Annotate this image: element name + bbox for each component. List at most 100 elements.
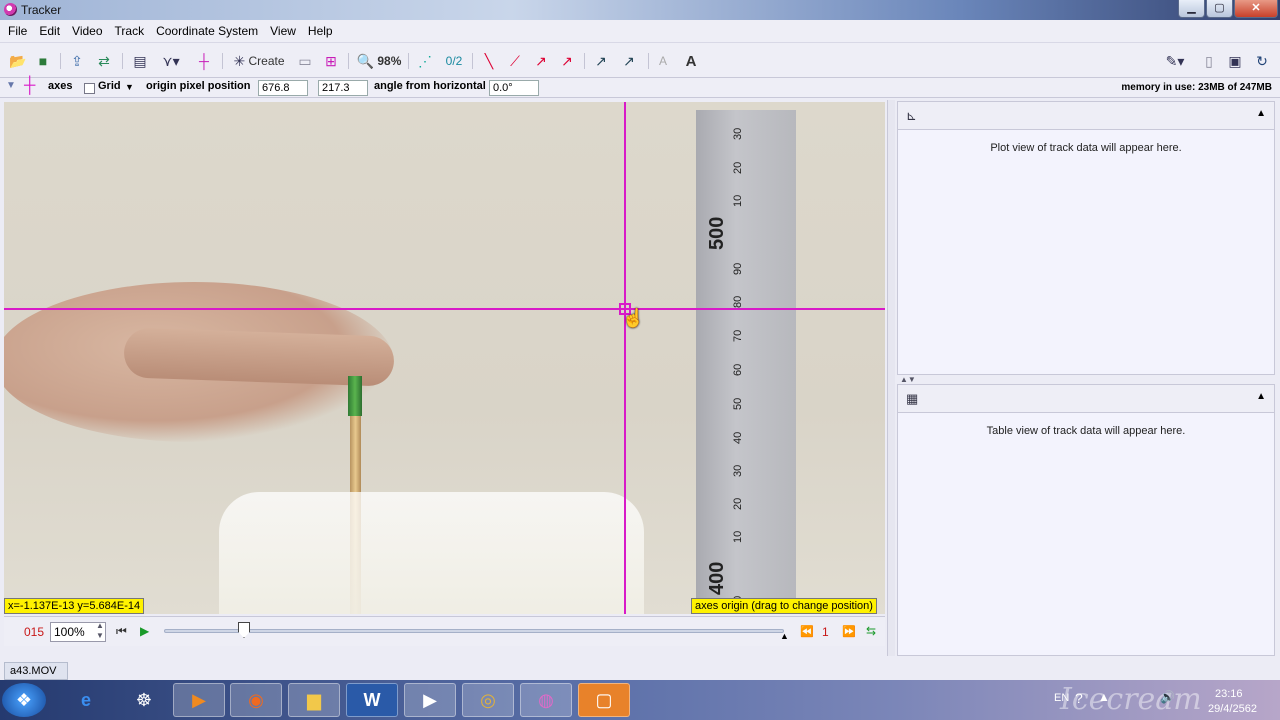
play-icon[interactable]: ▶ bbox=[140, 624, 149, 638]
origin-x-field[interactable] bbox=[258, 80, 308, 96]
description-icon[interactable]: ▣ bbox=[1226, 51, 1244, 71]
close-button[interactable]: ✕ bbox=[1234, 0, 1278, 18]
positions-icon[interactable]: ⟋ bbox=[506, 51, 524, 71]
rewind-icon[interactable]: ⏮ bbox=[116, 624, 127, 639]
table-panel: ▦ ▲ Table view of track data will appear… bbox=[897, 384, 1275, 656]
notes-icon[interactable]: ▯ bbox=[1200, 51, 1218, 71]
plot-axes-icon[interactable]: ⊾ bbox=[906, 108, 917, 124]
origin-y-field[interactable] bbox=[318, 80, 368, 96]
trails-icon[interactable]: ⋰ bbox=[416, 51, 434, 71]
axes-tool-icon[interactable]: ┼ bbox=[194, 51, 214, 71]
video-player-icon[interactable]: ▶ bbox=[404, 683, 456, 717]
frame-slider-track[interactable] bbox=[164, 629, 784, 633]
menu-bar: File Edit Video Track Coordinate System … bbox=[0, 20, 1280, 42]
grid-label: Grid bbox=[98, 80, 121, 92]
loop-icon[interactable]: ⇆ bbox=[866, 624, 876, 638]
collapse-triangle-icon[interactable]: ▼ bbox=[6, 80, 16, 91]
font-larger-icon[interactable]: A bbox=[682, 51, 700, 71]
zoom-button[interactable]: 🔍 98% bbox=[356, 51, 402, 71]
labels-icon[interactable]: 0/2 bbox=[442, 51, 466, 71]
table-placeholder: Table view of track data will appear her… bbox=[986, 425, 1186, 437]
media-player-icon[interactable]: ▶ bbox=[173, 683, 225, 717]
vector-sum-icon[interactable]: ↗ bbox=[592, 51, 610, 71]
y-axis-line[interactable] bbox=[624, 102, 626, 614]
hand-cursor-icon: ☝ bbox=[622, 308, 645, 328]
app-launcher-icon[interactable]: ☸ bbox=[118, 683, 170, 717]
file-explorer-icon[interactable]: ▆ bbox=[288, 683, 340, 717]
memory-status: memory in use: 23MB of 247MB bbox=[1121, 82, 1272, 93]
open-video-icon[interactable]: ⇪ bbox=[67, 51, 87, 71]
rate-stepper-icon[interactable]: ▲ ▼ bbox=[96, 621, 104, 641]
magnifier-icon: 🔍 bbox=[356, 53, 375, 69]
axes-cross-icon: ┼ bbox=[24, 77, 36, 94]
stick-tip-image bbox=[348, 376, 362, 416]
language-indicator[interactable]: EN bbox=[1054, 692, 1069, 704]
video-frame[interactable]: 30 20 10 500 90 80 70 60 50 40 30 20 10 … bbox=[4, 102, 885, 614]
autotracker-icon[interactable]: ⊞ bbox=[322, 51, 340, 71]
plot-placeholder: Plot view of track data will appear here… bbox=[990, 142, 1182, 154]
internet-explorer-icon[interactable]: e bbox=[60, 683, 112, 717]
open-folder-icon[interactable]: 📂 bbox=[8, 51, 28, 71]
step-size[interactable]: 1 bbox=[822, 625, 829, 639]
acceleration-icon[interactable]: ↗ bbox=[558, 51, 576, 71]
player-bar: 015 100% ▲ ▼ ⏮ ▶ ▲ ⏪ 1 ⏩ ⇆ bbox=[4, 616, 885, 646]
beaker-image bbox=[219, 492, 644, 614]
end-marker-icon[interactable]: ▲ bbox=[780, 631, 789, 641]
angle-label: angle from horizontal bbox=[374, 80, 486, 92]
maximize-button[interactable]: ▢ bbox=[1206, 0, 1233, 18]
start-button-icon[interactable]: ❖ bbox=[2, 683, 46, 717]
clock-time[interactable]: 23:16 bbox=[1215, 688, 1243, 700]
main-splitter[interactable] bbox=[887, 100, 895, 656]
menu-edit[interactable]: Edit bbox=[33, 24, 66, 38]
velocity-icon[interactable]: ↗ bbox=[532, 51, 550, 71]
menu-help[interactable]: Help bbox=[302, 24, 339, 38]
coordinate-readout: x=-1.137E-13 y=5.684E-14 bbox=[4, 598, 145, 614]
main-toolbar: 📂 ■ ⇪ ⇄ ▤ ⋎▾ ┼ ✳ Create ▭ ⊞ 🔍 98% ⋰ 0/2 … bbox=[0, 42, 1280, 78]
x-axis-line[interactable] bbox=[4, 308, 885, 310]
frame-slider-thumb[interactable] bbox=[238, 622, 250, 638]
step-back-icon[interactable]: ⏪ bbox=[800, 625, 814, 638]
network-icon[interactable]: ▲ bbox=[1098, 690, 1110, 704]
window-title: Tracker bbox=[21, 3, 62, 17]
path-icon[interactable]: ╲ bbox=[480, 51, 498, 71]
tracker-task-icon[interactable]: ◍ bbox=[520, 683, 572, 717]
angle-field[interactable] bbox=[489, 80, 539, 96]
table-collapse-icon[interactable]: ▲ bbox=[1256, 391, 1266, 402]
create-track-button[interactable]: ✳ Create bbox=[230, 51, 288, 71]
table-grid-icon[interactable]: ▦ bbox=[906, 391, 918, 407]
track-control-icon[interactable]: ▭ bbox=[296, 51, 314, 71]
firefox-icon[interactable]: ◉ bbox=[230, 683, 282, 717]
chrome-icon[interactable]: ◎ bbox=[462, 683, 514, 717]
axes-toolbar: ▼ ┼ axes Grid ▼ origin pixel position an… bbox=[0, 77, 1280, 98]
pencil-drawing-icon[interactable]: ✎▾ bbox=[1160, 51, 1190, 71]
minimize-button[interactable]: ▁ bbox=[1178, 0, 1205, 18]
calibration-tools-icon[interactable]: ⋎▾ bbox=[157, 51, 185, 71]
import-icon[interactable]: ⇄ bbox=[94, 51, 114, 71]
word-icon[interactable]: W bbox=[346, 683, 398, 717]
panel-splitter-arrows[interactable]: ▲▼ bbox=[900, 375, 916, 384]
frame-number[interactable]: 015 bbox=[24, 625, 44, 639]
center-of-mass-icon[interactable]: ↗ bbox=[620, 51, 638, 71]
clock-date[interactable]: 29/4/2562 bbox=[1208, 703, 1257, 715]
volume-icon[interactable]: 🔊 bbox=[1160, 690, 1175, 704]
video-file-tab[interactable]: a43.MOV bbox=[4, 662, 68, 680]
menu-coordinate-system[interactable]: Coordinate System bbox=[150, 24, 264, 38]
grid-checkbox[interactable] bbox=[84, 83, 95, 94]
plot-collapse-icon[interactable]: ▲ bbox=[1256, 108, 1266, 119]
origin-hint-label: axes origin (drag to change position) bbox=[691, 598, 877, 614]
font-smaller-icon[interactable]: A bbox=[655, 51, 671, 71]
windows-taskbar: ❖ e ☸ ▶ ◉ ▆ W ▶ ◎ ◍ ▢ Icecream APPS EN ?… bbox=[0, 680, 1280, 720]
grid-dropdown-icon[interactable]: ▼ bbox=[125, 82, 134, 92]
menu-video[interactable]: Video bbox=[66, 24, 108, 38]
plot-panel: ⊾ ▲ Plot view of track data will appear … bbox=[897, 101, 1275, 375]
save-icon[interactable]: ■ bbox=[33, 51, 53, 71]
menu-track[interactable]: Track bbox=[109, 24, 151, 38]
menu-view[interactable]: View bbox=[264, 24, 302, 38]
help-icon[interactable]: ? bbox=[1075, 690, 1083, 706]
step-forward-icon[interactable]: ⏩ bbox=[842, 625, 856, 638]
ruler-image: 30 20 10 500 90 80 70 60 50 40 30 20 10 … bbox=[696, 110, 796, 610]
clip-settings-icon[interactable]: ▤ bbox=[130, 51, 150, 71]
refresh-icon[interactable]: ↻ bbox=[1252, 51, 1272, 71]
recorder-icon[interactable]: ▢ bbox=[578, 683, 630, 717]
menu-file[interactable]: File bbox=[2, 24, 33, 38]
